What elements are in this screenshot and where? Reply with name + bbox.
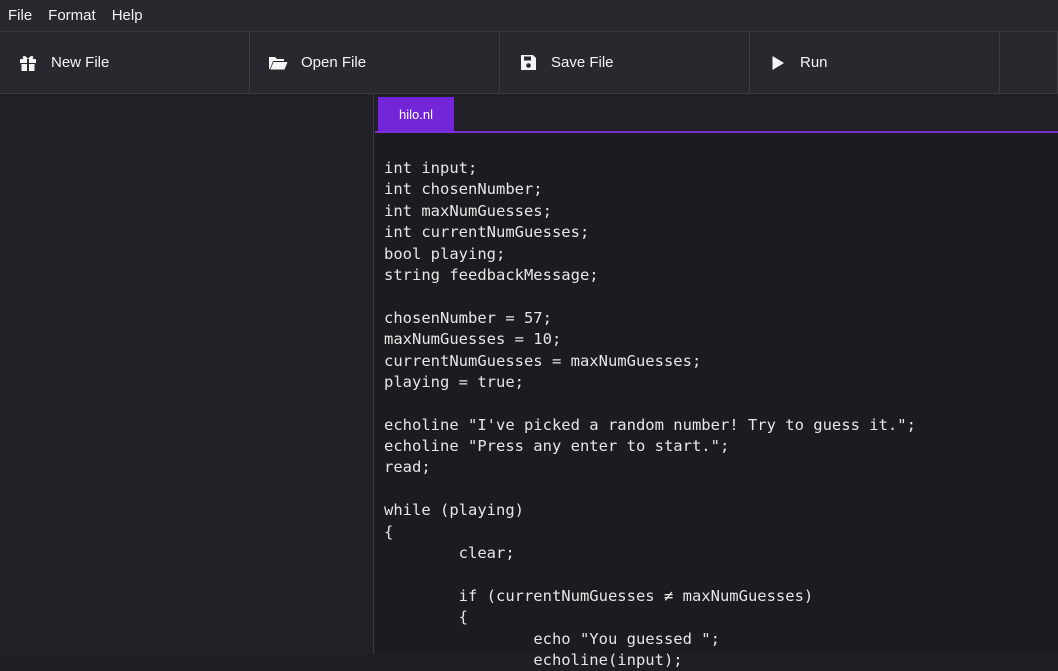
menu-bar: File Format Help	[0, 0, 1058, 32]
sidebar-panel	[0, 94, 374, 654]
run-button[interactable]: Run	[750, 32, 1000, 93]
code-line: currentNumGuesses = maxNumGuesses;	[384, 351, 702, 370]
code-line: maxNumGuesses = 10;	[384, 330, 562, 349]
editor-area: hilo.nl int input; int chosenNumber; int m…	[375, 94, 1058, 669]
code-line: clear;	[384, 544, 515, 563]
play-icon	[768, 53, 788, 73]
code-line: int chosenNumber;	[384, 180, 543, 199]
toolbar: New File Open File Save File Run	[0, 32, 1058, 94]
code-line: echoline "Press any enter to start.";	[384, 437, 730, 456]
code-editor[interactable]: int input; int chosenNumber; int maxNumGue…	[384, 158, 916, 671]
code-line: echoline "I've picked a random number! T…	[384, 415, 916, 434]
code-line: if (currentNumGuesses ≠ maxNumGuesses)	[384, 586, 814, 605]
code-line: while (playing)	[384, 501, 524, 520]
floppy-disk-icon	[518, 53, 538, 73]
menu-file[interactable]: File	[0, 0, 40, 32]
save-file-button[interactable]: Save File	[500, 32, 750, 93]
open-file-label: Open File	[301, 54, 367, 71]
code-line: echoline(input);	[384, 650, 683, 669]
menu-format[interactable]: Format	[40, 0, 104, 32]
code-line: int currentNumGuesses;	[384, 223, 590, 242]
new-file-button[interactable]: New File	[0, 32, 250, 93]
code-line: {	[384, 608, 468, 627]
toolbar-spacer	[1000, 32, 1058, 93]
code-line: echo "You guessed ";	[384, 629, 720, 648]
code-line: int maxNumGuesses;	[384, 201, 552, 220]
folder-open-icon	[268, 53, 288, 73]
run-label: Run	[800, 54, 828, 71]
open-file-button[interactable]: Open File	[250, 32, 500, 93]
tab-hilo-nl[interactable]: hilo.nl	[378, 97, 454, 131]
editor-tab-bar: hilo.nl	[375, 94, 1058, 133]
code-line: int input;	[384, 159, 478, 177]
code-line: chosenNumber = 57;	[384, 308, 552, 327]
code-line: string feedbackMessage;	[384, 265, 599, 284]
save-file-label: Save File	[551, 54, 614, 71]
gift-icon	[18, 53, 38, 73]
menu-help[interactable]: Help	[104, 0, 151, 32]
code-line: bool playing;	[384, 244, 506, 263]
new-file-label: New File	[51, 54, 110, 71]
code-line: read;	[384, 458, 431, 477]
code-line: {	[384, 522, 394, 541]
code-line: playing = true;	[384, 372, 524, 391]
